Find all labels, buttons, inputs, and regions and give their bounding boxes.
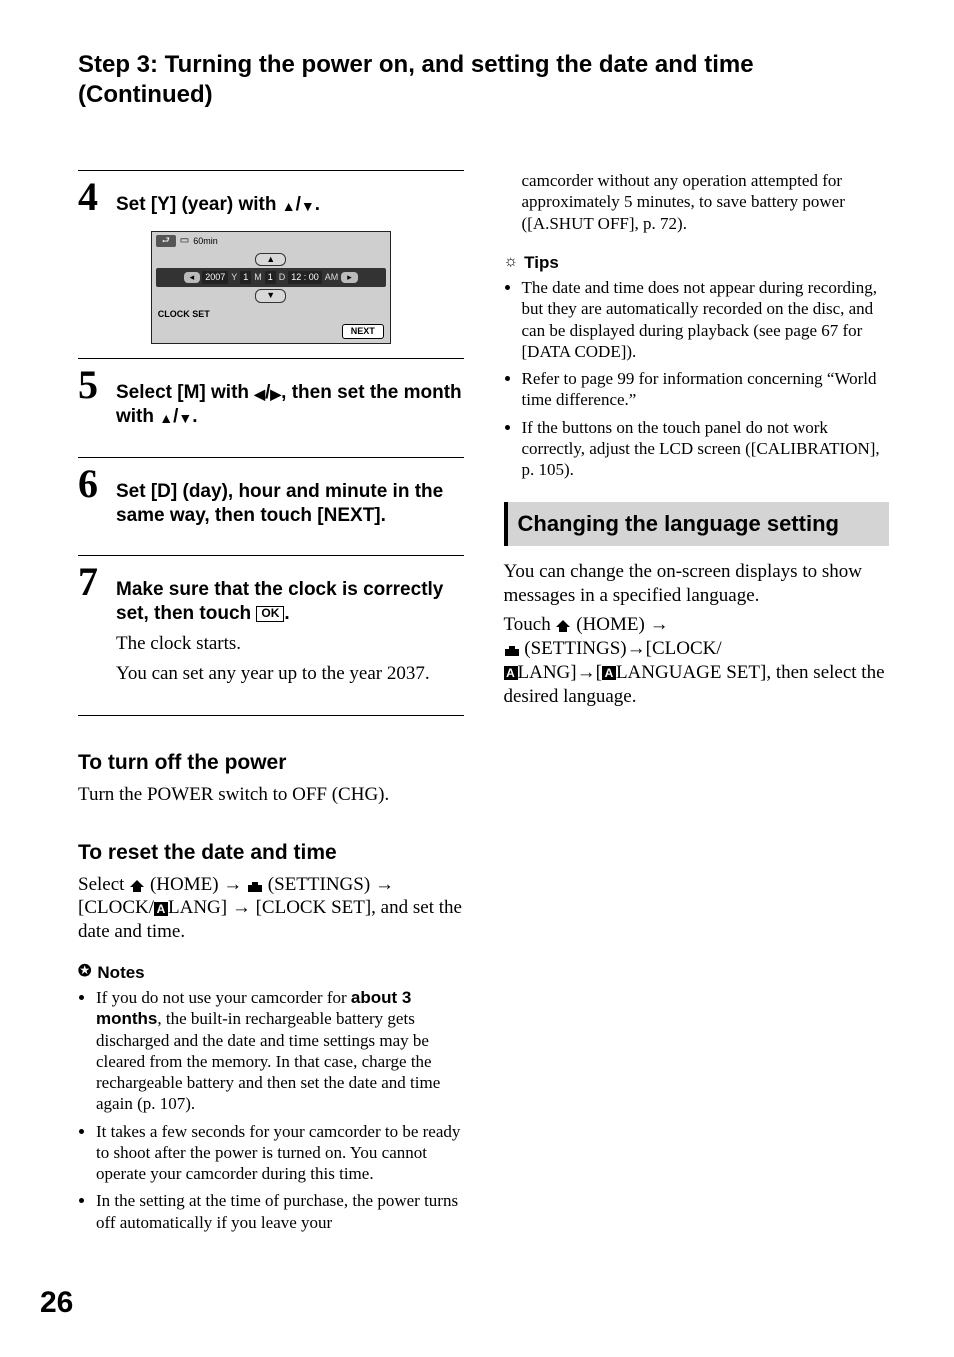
subhead-reset: To reset the date and time [78, 840, 464, 866]
notes-icon: ✪ [78, 962, 91, 982]
note-1: If you do not use your camcorder for abo… [96, 987, 464, 1115]
lcd-next-button: NEXT [342, 324, 384, 339]
home-icon-2 [555, 619, 571, 633]
up-glyph2: ▲ [159, 410, 173, 426]
tips-head-text: Tips [524, 252, 559, 273]
notes-heading: ✪ Notes [78, 962, 464, 983]
toolbox-icon-2 [504, 645, 520, 657]
lcd-screenshot: ⮐ ▭ 60min ▲ ◂ 2007 Y 1 M 1 D 12 : 00 [151, 231, 391, 344]
reset-arrow3: → [232, 897, 251, 918]
tips-icon: ☼ [504, 252, 519, 272]
step-5-title-pre: Select [M] with [116, 382, 254, 403]
lcd-date-row: ◂ 2007 Y 1 M 1 D 12 : 00 AM ▸ [156, 268, 386, 287]
tip-2: Refer to page 99 for information concern… [522, 368, 890, 411]
lang-clock: [CLOCK/ [646, 638, 722, 659]
lcd-time: 12 : 00 [288, 271, 322, 284]
reset-clocklang-post: LANG] [168, 897, 232, 918]
step-4: 4 Set [Y] (year) with ▲/▼. ⮐ ▭ 60min ▲ [78, 170, 464, 344]
left-glyph: ◀ [254, 386, 265, 402]
note-1-pre: If you do not use your camcorder for [96, 988, 351, 1007]
lang-arrow1: → [650, 614, 669, 635]
step-5-number: 5 [78, 365, 108, 405]
step-4-number: 4 [78, 177, 108, 217]
up-glyph: ▲ [282, 198, 296, 214]
reset-arrow2: → [375, 874, 394, 895]
reset-settings: (SETTINGS) [268, 874, 375, 895]
lang-steps: Touch (HOME) → (SETTINGS)→[CLOCK/ ALANG]… [504, 613, 890, 708]
right-column: camcorder without any operation attempte… [504, 170, 890, 1239]
notes-head-text: Notes [97, 962, 144, 983]
tip-3: If the buttons on the touch panel do not… [522, 417, 890, 481]
lcd-left-button: ◂ [184, 272, 201, 283]
reset-body: Select (HOME) → (SETTINGS) → [CLOCK/ALAN… [78, 873, 464, 944]
page-number: 26 [40, 1284, 73, 1322]
down-glyph2: ▼ [178, 410, 192, 426]
a-icon-3: A [602, 666, 616, 680]
step-5-title-post: . [192, 406, 197, 427]
step-4-title-pre: Set [Y] (year) with [116, 194, 282, 215]
lang-arrow3: → [577, 662, 596, 683]
ok-box: OK [256, 606, 284, 621]
lcd-day: 1 [265, 271, 276, 284]
a-icon-2: A [504, 666, 518, 680]
step-4-title-post: . [315, 194, 320, 215]
lang-home: (HOME) [576, 614, 649, 635]
step-7: 7 Make sure that the clock is correctly … [78, 555, 464, 716]
toolbox-icon [247, 881, 263, 893]
lang-arrow2: → [627, 638, 646, 659]
step-7-body1: The clock starts. [116, 632, 464, 656]
subhead-power-off: To turn off the power [78, 750, 464, 776]
lang-lang1: LANG] [518, 662, 577, 683]
col2-continuation: camcorder without any operation attempte… [504, 170, 890, 234]
lcd-d-label: D [278, 272, 287, 283]
right-glyph: ▶ [270, 386, 281, 402]
tip-1: The date and time does not appear during… [522, 277, 890, 362]
section-language: Changing the language setting [504, 502, 890, 546]
home-icon [129, 879, 145, 893]
a-icon: A [154, 902, 168, 916]
lang-settings: (SETTINGS) [524, 638, 626, 659]
step-6-number: 6 [78, 464, 108, 504]
lcd-m-label: M [253, 272, 263, 283]
notes-list: If you do not use your camcorder for abo… [78, 987, 464, 1233]
step-6-title: Set [D] (day), hour and minute in the sa… [116, 480, 464, 528]
lang-touch: Touch [504, 614, 556, 635]
step-7-body2: You can set any year up to the year 2037… [116, 662, 464, 686]
lcd-battery-text: 60min [193, 236, 218, 247]
step-7-title-post: . [284, 603, 289, 624]
continued-title: Step 3: Turning the power on, and settin… [78, 50, 889, 110]
reset-arrow1: → [223, 874, 242, 895]
step-5: 5 Select [M] with ◀/▶, then set the mont… [78, 358, 464, 449]
power-off-body: Turn the POWER switch to OFF (CHG). [78, 783, 464, 807]
reset-pre: Select [78, 874, 129, 895]
lcd-battery-icon: ▭ [180, 235, 189, 248]
step-6: 6 Set [D] (day), hour and minute in the … [78, 457, 464, 548]
lcd-up-button: ▲ [255, 253, 286, 266]
lcd-month: 1 [240, 271, 251, 284]
lcd-ampm: AM [324, 272, 340, 283]
note-3: In the setting at the time of purchase, … [96, 1190, 464, 1233]
lcd-back-icon: ⮐ [156, 235, 176, 247]
lcd-y-label: Y [230, 272, 238, 283]
lang-p1: You can change the on-screen displays to… [504, 560, 890, 608]
tips-list: The date and time does not appear during… [504, 277, 890, 480]
step-7-number: 7 [78, 562, 108, 602]
separator [78, 715, 464, 716]
note-2: It takes a few seconds for your camcorde… [96, 1121, 464, 1185]
lcd-down-button: ▼ [255, 289, 286, 302]
left-column: 4 Set [Y] (year) with ▲/▼. ⮐ ▭ 60min ▲ [78, 170, 464, 1239]
reset-home: (HOME) [150, 874, 223, 895]
lcd-right-button: ▸ [341, 272, 358, 283]
reset-clocklang-pre: [CLOCK/ [78, 897, 154, 918]
step-4-title: Set [Y] (year) with ▲/▼. [116, 193, 464, 217]
lcd-clockset-label: CLOCK SET [158, 309, 384, 320]
lcd-year: 2007 [202, 271, 228, 284]
down-glyph: ▼ [301, 198, 315, 214]
tips-heading: ☼ Tips [504, 252, 890, 273]
step-5-title: Select [M] with ◀/▶, then set the month … [116, 381, 464, 429]
step-7-title: Make sure that the clock is correctly se… [116, 578, 464, 626]
